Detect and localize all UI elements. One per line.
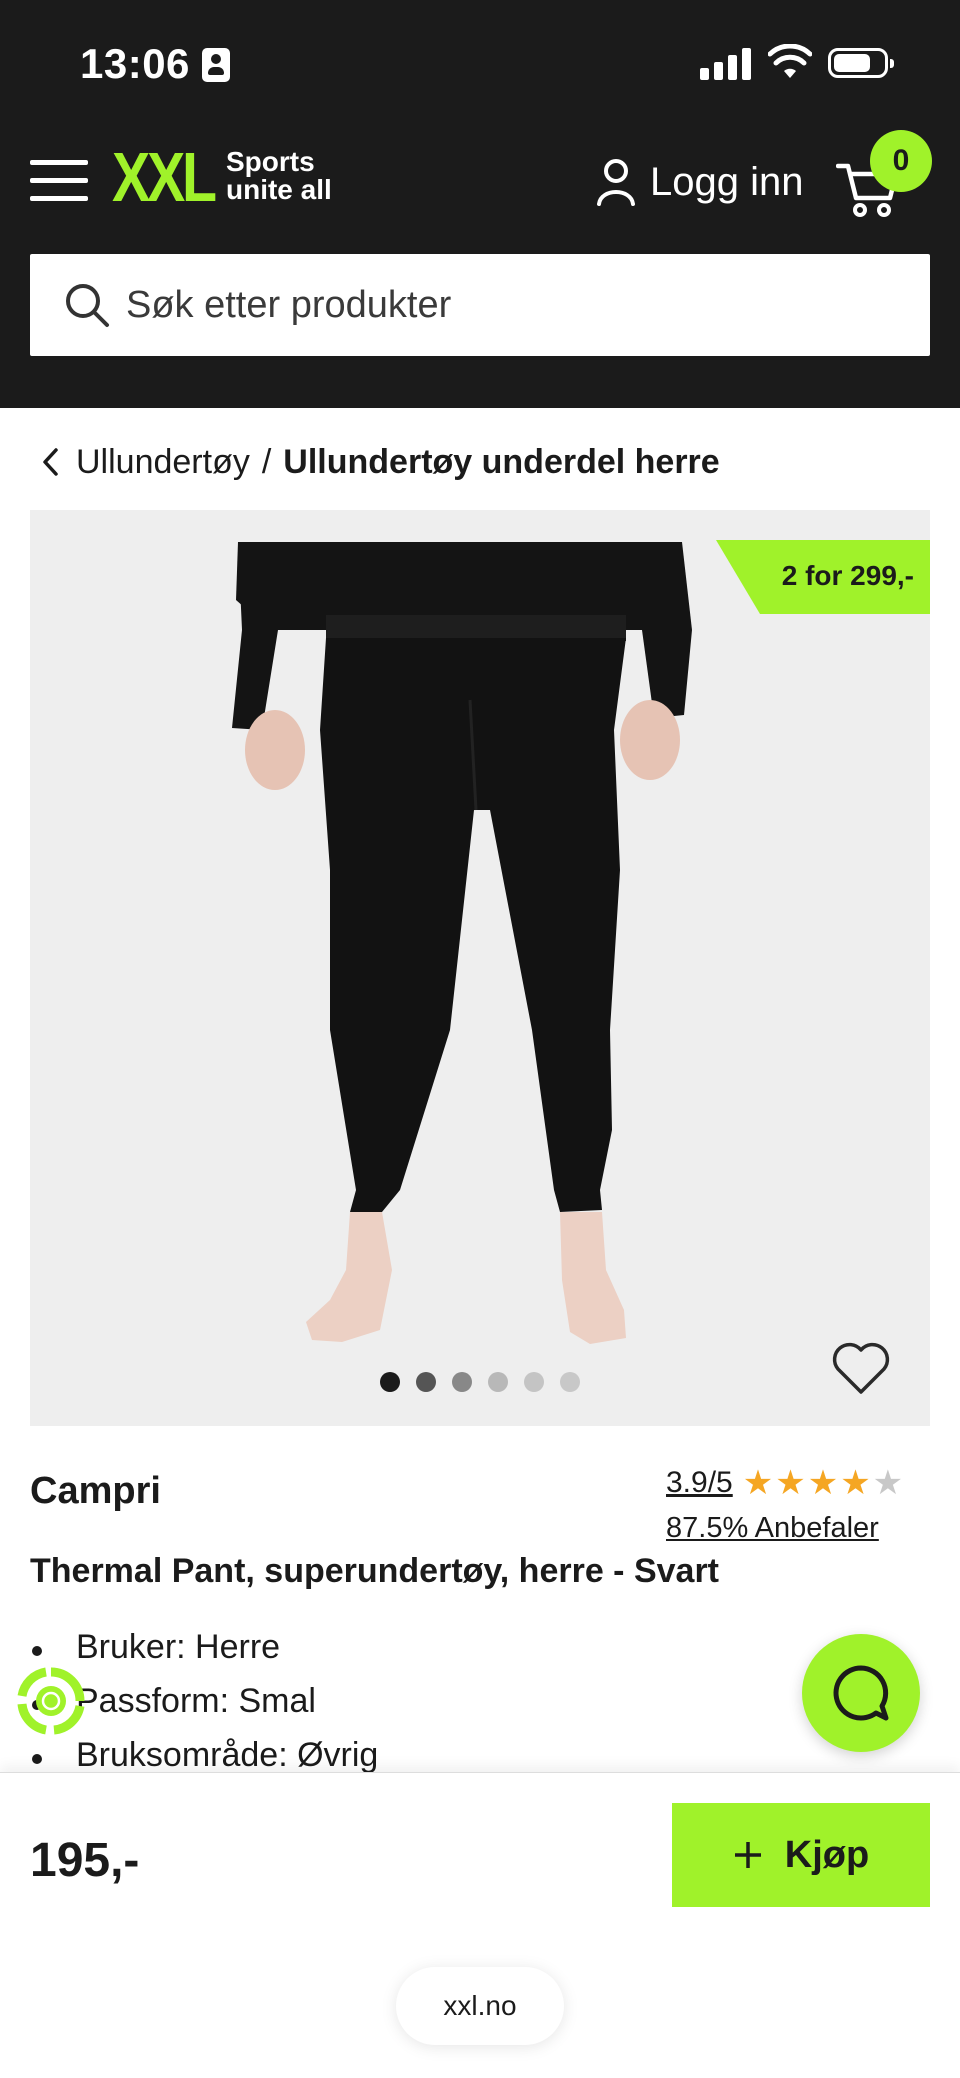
star-icon: ★ (742, 1464, 774, 1502)
menu-icon[interactable] (30, 160, 88, 202)
id-card-icon (202, 48, 230, 82)
breadcrumb-current[interactable]: Ullundertøy underdel herre (283, 443, 719, 482)
user-icon (597, 159, 635, 206)
chat-icon (833, 1665, 889, 1721)
product-title: Thermal Pant, superundertøy, herre - Sva… (30, 1552, 719, 1590)
wifi-icon (768, 44, 812, 78)
chevron-left-icon[interactable] (40, 447, 62, 477)
breadcrumb: Ullundertøy / Ullundertøy underdel herre (40, 438, 720, 486)
product-rating[interactable]: 3.9/5 ★ ★ ★ ★ ★ (666, 1466, 903, 1500)
carousel-dot[interactable] (560, 1372, 580, 1392)
star-icon: ★ (840, 1464, 871, 1502)
carousel-dot[interactable] (524, 1372, 544, 1392)
logo-tagline: Sports unite all (226, 148, 366, 204)
rating-value[interactable]: 3.9/5 (666, 1466, 733, 1500)
signal-icon (700, 48, 752, 80)
browser-url[interactable]: xxl.no (396, 1967, 564, 2045)
purchase-bar: 195,- Kjøp xxl.no (0, 1772, 960, 2078)
search-bar[interactable] (30, 254, 930, 356)
product-brand[interactable]: Campri (30, 1470, 161, 1513)
heart-icon[interactable] (830, 1340, 892, 1396)
carousel-dot[interactable] (380, 1372, 400, 1392)
logo-tagline-line2: unite all (226, 174, 332, 205)
buy-button-label: Kjøp (784, 1833, 870, 1876)
logo-text: XXL (112, 138, 217, 216)
star-icon: ★ (807, 1464, 839, 1502)
battery-icon (828, 48, 894, 78)
product-image-carousel[interactable]: 2 for 299,- (30, 510, 930, 1426)
status-bar: 13:06 (0, 0, 960, 120)
search-input[interactable] (126, 283, 886, 327)
product-photo (232, 542, 692, 1344)
promo-badge-label: 2 for 299,- (781, 560, 914, 591)
carousel-dot[interactable] (416, 1372, 436, 1392)
loyalty-icon[interactable] (16, 1666, 86, 1736)
plus-icon (734, 1842, 761, 1868)
login-label: Logg inn (650, 159, 804, 204)
status-time: 13:06 (80, 40, 190, 87)
login-button[interactable]: Logg inn (596, 154, 803, 210)
breadcrumb-parent-link[interactable]: Ullundertøy (76, 443, 250, 482)
logo-tagline-line1: Sports (226, 146, 315, 177)
carousel-dot[interactable] (488, 1372, 508, 1392)
breadcrumb-separator: / (261, 442, 272, 481)
recommend-percentage[interactable]: 87.5% Anbefaler (666, 1512, 879, 1545)
cart-count-badge: 0 (870, 130, 932, 192)
chat-button[interactable] (802, 1634, 920, 1752)
star-icon: ★ (775, 1464, 806, 1502)
carousel-dot[interactable] (452, 1372, 472, 1392)
site-header: XXL Sports unite all Logg inn 0 (0, 120, 960, 408)
search-icon (66, 284, 109, 327)
product-price: 195,- (30, 1834, 140, 1887)
buy-button[interactable]: Kjøp (672, 1803, 930, 1907)
rating-stars: ★ ★ ★ ★ ★ (743, 1466, 903, 1500)
star-icon: ★ (872, 1464, 904, 1502)
carousel-dots (380, 1372, 580, 1392)
